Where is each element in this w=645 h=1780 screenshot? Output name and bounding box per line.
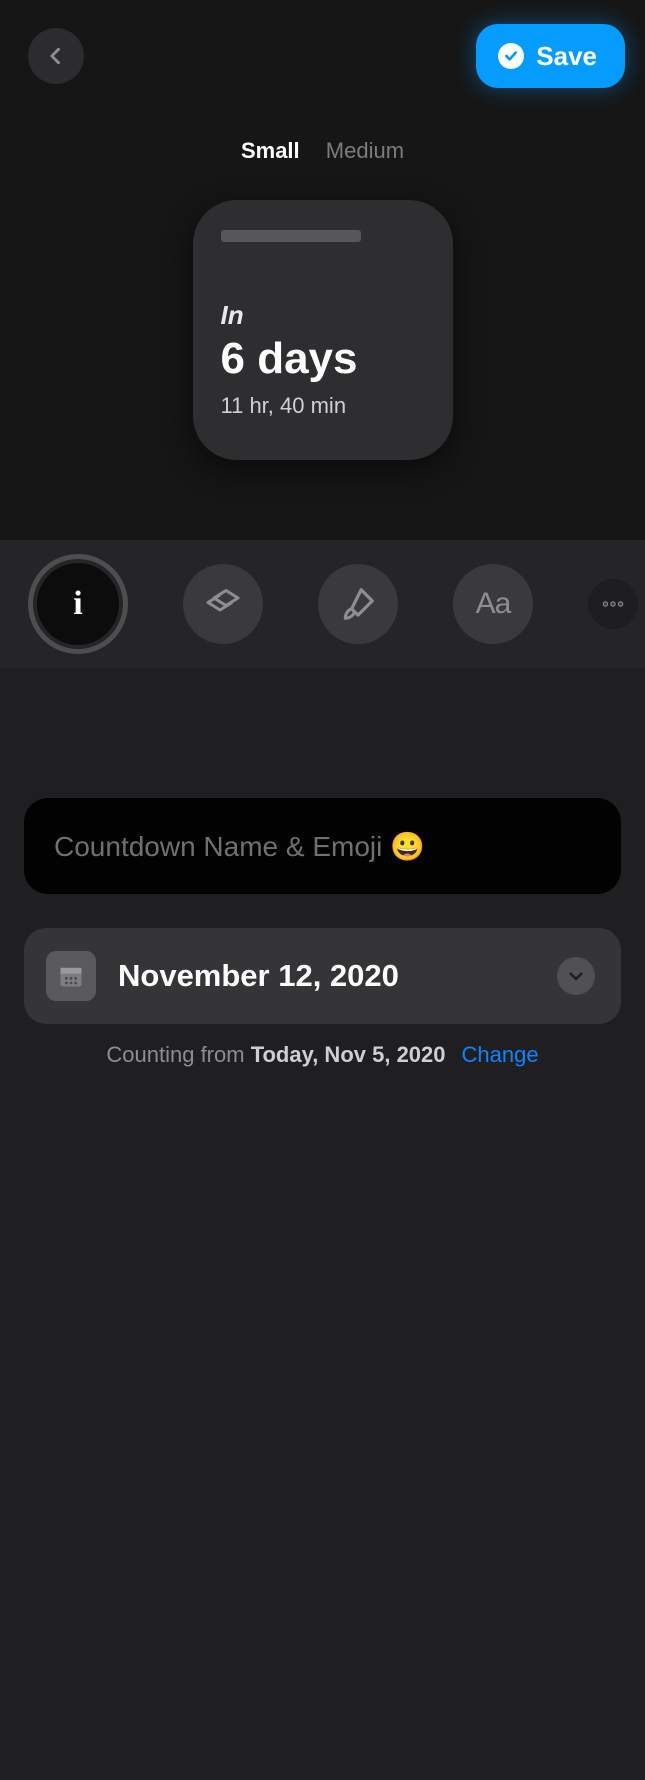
paintbrush-icon bbox=[339, 585, 377, 623]
widget-main-count: 6 days bbox=[221, 335, 425, 383]
counting-from-line: Counting from Today, Nov 5, 2020 Change bbox=[24, 1042, 621, 1068]
tab-layers[interactable] bbox=[183, 564, 263, 644]
chevron-down-icon bbox=[567, 967, 585, 985]
countdown-name-input[interactable]: Countdown Name & Emoji 😀 bbox=[24, 798, 621, 894]
widget-title-placeholder bbox=[221, 230, 361, 242]
expand-date-button[interactable] bbox=[557, 957, 595, 995]
back-button[interactable] bbox=[28, 28, 84, 84]
tab-font[interactable]: Aa bbox=[453, 564, 533, 644]
tab-more[interactable] bbox=[588, 579, 638, 629]
tab-small[interactable]: Small bbox=[231, 138, 310, 163]
target-date-value: November 12, 2020 bbox=[118, 958, 535, 994]
checkmark-icon bbox=[498, 43, 524, 69]
tab-info[interactable]: i bbox=[28, 554, 128, 654]
font-icon: Aa bbox=[476, 587, 511, 621]
save-button-label: Save bbox=[536, 41, 597, 72]
calendar-icon bbox=[46, 951, 96, 1001]
tab-style[interactable] bbox=[318, 564, 398, 644]
target-date-row[interactable]: November 12, 2020 bbox=[24, 928, 621, 1024]
save-button[interactable]: Save bbox=[476, 24, 625, 88]
widget-preview: In 6 days 11 hr, 40 min bbox=[193, 200, 453, 460]
widget-sub-count: 11 hr, 40 min bbox=[221, 393, 425, 419]
ellipsis-icon bbox=[600, 591, 626, 617]
counting-from-date: Today, Nov 5, 2020 bbox=[251, 1042, 446, 1067]
tab-medium[interactable]: Medium bbox=[316, 138, 414, 163]
editor-toolbar: i Aa bbox=[0, 540, 645, 668]
name-input-placeholder: Countdown Name & Emoji 😀 bbox=[54, 830, 425, 863]
change-start-date-link[interactable]: Change bbox=[462, 1042, 539, 1067]
chevron-left-icon bbox=[46, 42, 66, 70]
widget-prefix: In bbox=[221, 300, 425, 331]
layers-icon bbox=[205, 586, 241, 622]
counting-prefix: Counting from bbox=[106, 1042, 250, 1067]
size-tabs: Small Medium bbox=[0, 138, 645, 164]
